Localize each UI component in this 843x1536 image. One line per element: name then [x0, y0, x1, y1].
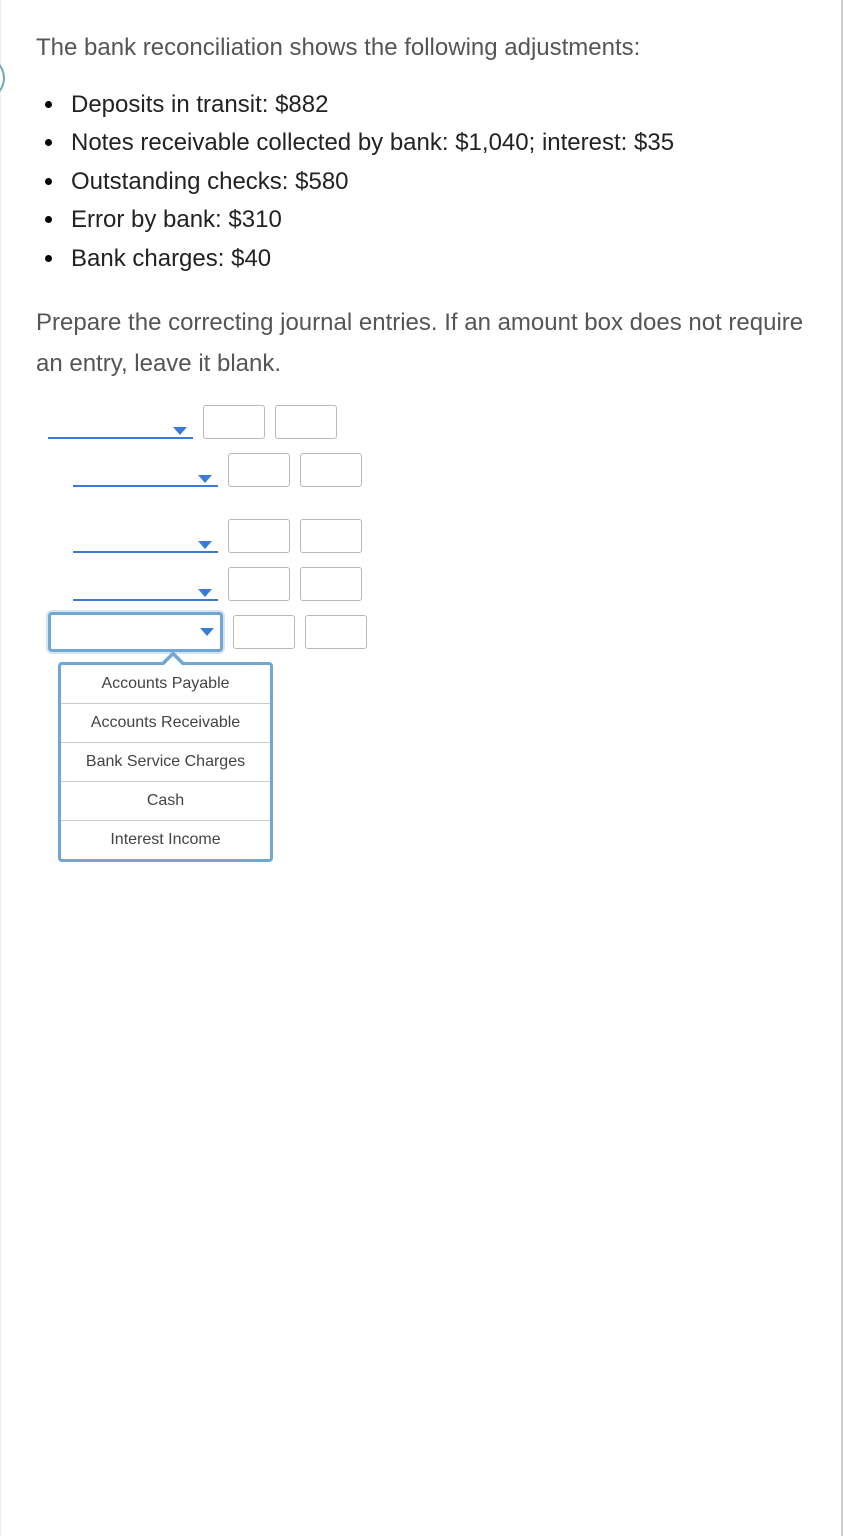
adjustments-list: Deposits in transit: $882 Notes receivab…	[36, 86, 806, 278]
chevron-down-icon	[198, 541, 212, 549]
credit-input[interactable]	[300, 567, 362, 601]
list-item: Bank charges: $40	[66, 240, 806, 278]
dropdown-popup: Accounts Payable Accounts Receivable Ban…	[58, 662, 273, 862]
account-dropdown[interactable]	[73, 519, 218, 553]
chevron-down-icon	[173, 427, 187, 435]
list-item: Outstanding checks: $580	[66, 163, 806, 201]
journal-row	[73, 514, 806, 558]
list-item: Notes receivable collected by bank: $1,0…	[66, 124, 806, 162]
credit-input[interactable]	[300, 519, 362, 553]
debit-input[interactable]	[228, 567, 290, 601]
credit-input[interactable]	[305, 615, 367, 649]
chevron-down-icon	[198, 589, 212, 597]
credit-input[interactable]	[275, 405, 337, 439]
account-dropdown[interactable]	[73, 567, 218, 601]
credit-input[interactable]	[300, 453, 362, 487]
journal-row	[48, 610, 806, 654]
account-dropdown-active[interactable]	[48, 612, 223, 652]
instruction-text: Prepare the correcting journal entries. …	[36, 303, 806, 385]
dropdown-option[interactable]: Accounts Payable	[61, 665, 270, 704]
dropdown-option[interactable]: Bank Service Charges	[61, 743, 270, 782]
debit-input[interactable]	[228, 519, 290, 553]
journal-entry-grid: Accounts Payable Accounts Receivable Ban…	[48, 400, 806, 862]
list-item: Deposits in transit: $882	[66, 86, 806, 124]
journal-row	[73, 562, 806, 606]
debit-input[interactable]	[233, 615, 295, 649]
chevron-down-icon	[200, 628, 214, 636]
list-item: Error by bank: $310	[66, 201, 806, 239]
dropdown-option[interactable]: Accounts Receivable	[61, 704, 270, 743]
dropdown-option[interactable]: Interest Income	[61, 821, 270, 859]
intro-text: The bank reconciliation shows the follow…	[36, 30, 806, 66]
account-dropdown[interactable]	[48, 405, 193, 439]
account-dropdown[interactable]	[73, 453, 218, 487]
journal-row	[48, 400, 806, 444]
dropdown-option[interactable]: Cash	[61, 782, 270, 821]
debit-input[interactable]	[203, 405, 265, 439]
nav-indicator-icon[interactable]	[0, 56, 5, 100]
journal-row	[73, 448, 806, 492]
debit-input[interactable]	[228, 453, 290, 487]
chevron-down-icon	[198, 475, 212, 483]
